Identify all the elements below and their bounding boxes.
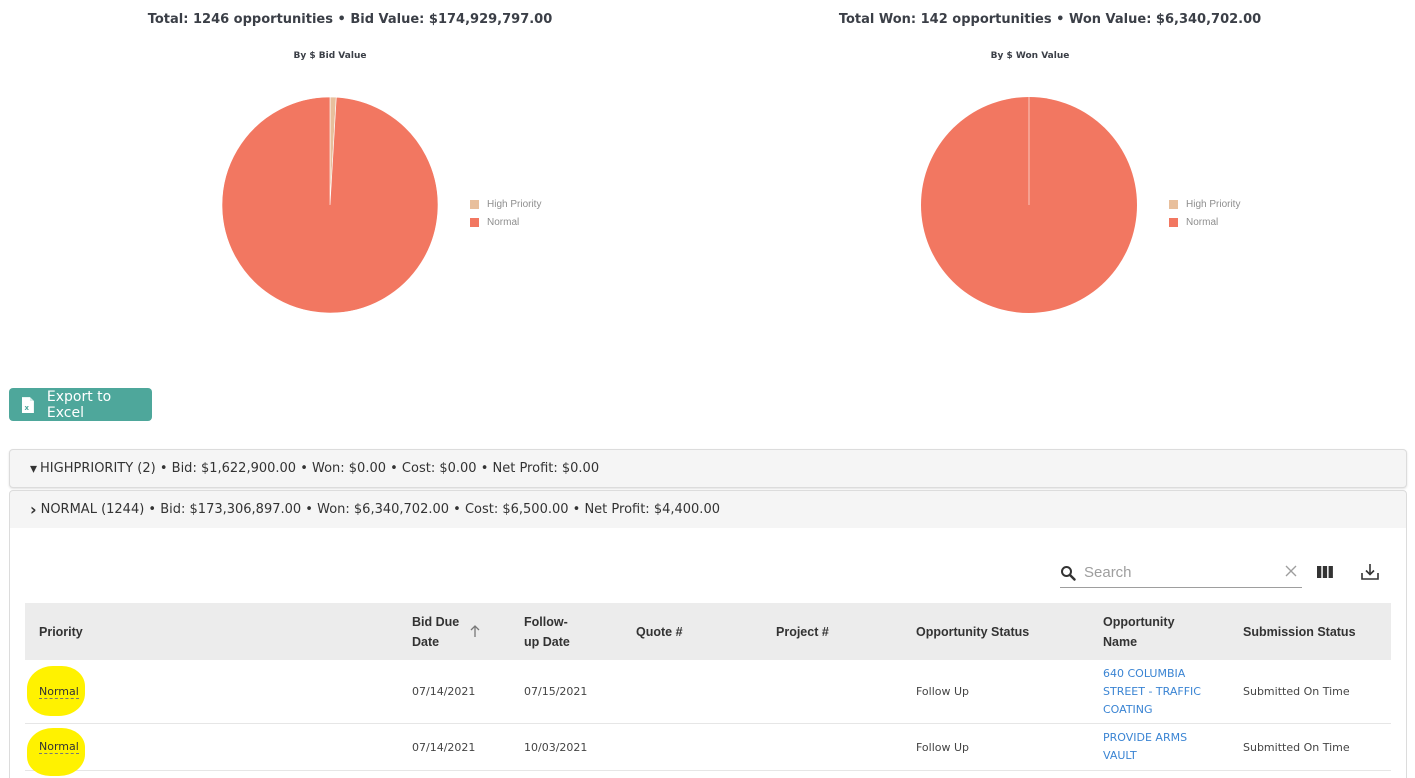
- bid-value-chart: Total: 1246 opportunities • Bid Value: $…: [0, 0, 700, 340]
- won-pie-chart: [921, 97, 1137, 313]
- cell-bid-due-date: 07/14/2021: [412, 685, 476, 698]
- column-label: Follow-up Date: [524, 614, 570, 649]
- group-summary-highpriority: HIGHPRIORITY (2) • Bid: $1,622,900.00 • …: [40, 461, 600, 476]
- pie-slice-normal[interactable]: [221, 96, 439, 314]
- legend-label: Normal: [1186, 216, 1219, 228]
- svg-text:x: x: [24, 403, 29, 411]
- legend-item-high-priority[interactable]: High Priority: [470, 195, 541, 213]
- table-row[interactable]: Normal 07/14/2021 10/03/2021 Follow Up P…: [25, 724, 1391, 776]
- column-header-opportunity-name[interactable]: Opportunity Name: [1103, 603, 1198, 660]
- legend-swatch-normal: [1169, 217, 1178, 227]
- column-header-submission-status[interactable]: Submission Status: [1243, 603, 1383, 660]
- table-row[interactable]: Normal 07/14/2021 07/15/2021 Follow Up 6…: [25, 660, 1391, 724]
- search-field: [1060, 558, 1302, 588]
- search-icon: [1061, 565, 1076, 581]
- view-columns-icon[interactable]: [1316, 565, 1334, 579]
- cell-follow-up-date: 10/03/2021: [524, 740, 588, 754]
- export-to-excel-button[interactable]: x Export to Excel: [9, 388, 152, 421]
- cell-opportunity-status: Follow Up: [916, 685, 970, 698]
- priority-value[interactable]: Normal: [39, 685, 79, 699]
- legend-item-normal[interactable]: Normal: [1169, 213, 1240, 231]
- group-header-highpriority[interactable]: ▾ HIGHPRIORITY (2) • Bid: $1,622,900.00 …: [9, 449, 1407, 488]
- won-value-chart: Total Won: 142 opportunities • Won Value…: [700, 0, 1400, 340]
- legend-label: High Priority: [487, 198, 542, 210]
- cell-submission-status: Submitted On Time: [1243, 685, 1350, 698]
- legend-item-normal[interactable]: Normal: [470, 213, 541, 231]
- legend-swatch-high-priority: [1169, 199, 1178, 209]
- opportunity-name-link[interactable]: PROVIDE ARMS VAULT: [1103, 724, 1203, 770]
- bid-pie-chart: [221, 96, 439, 314]
- export-button-label: Export to Excel: [46, 388, 112, 421]
- opportunity-name-link[interactable]: 640 COLUMBIA STREET - TRAFFIC COATING: [1103, 660, 1213, 723]
- legend-label: High Priority: [1186, 198, 1241, 210]
- column-header-priority[interactable]: Priority: [39, 603, 339, 660]
- legend-swatch-high-priority: [470, 199, 479, 209]
- excel-file-icon: x: [21, 396, 34, 413]
- bid-chart-legend: High Priority Normal: [470, 195, 541, 231]
- sort-ascending-icon[interactable]: [469, 624, 481, 638]
- column-header-bid-due-date[interactable]: Bid Due Date: [412, 603, 467, 660]
- cell-submission-status: Submitted On Time: [1243, 740, 1350, 754]
- column-label: Priority: [39, 624, 83, 639]
- legend-label: Normal: [487, 216, 520, 228]
- column-label: Submission Status: [1243, 624, 1356, 639]
- cell-priority: Normal: [39, 724, 79, 770]
- column-label: Opportunity Name: [1103, 614, 1175, 649]
- cell-bid-due-date: 07/14/2021: [412, 740, 476, 754]
- table-header-row: Priority Bid Due Date Follow-up Date Quo…: [25, 603, 1391, 660]
- legend-item-high-priority[interactable]: High Priority: [1169, 195, 1240, 213]
- group-header-normal[interactable]: › NORMAL (1244) • Bid: $173,306,897.00 •…: [9, 490, 1407, 529]
- priority-value[interactable]: Normal: [39, 740, 79, 754]
- download-icon[interactable]: [1360, 562, 1380, 582]
- column-header-opportunity-status[interactable]: Opportunity Status: [916, 603, 1076, 660]
- cell-follow-up-date: 07/15/2021: [524, 685, 588, 698]
- cell-priority: Normal: [39, 660, 79, 723]
- chevron-right-icon: ›: [30, 500, 37, 519]
- group-summary-normal: NORMAL (1244) • Bid: $173,306,897.00 • W…: [40, 502, 720, 517]
- column-label: Bid Due Date: [412, 614, 460, 649]
- column-label: Quote #: [636, 624, 683, 639]
- won-chart-legend: High Priority Normal: [1169, 195, 1240, 231]
- column-header-project-number[interactable]: Project #: [776, 603, 876, 660]
- search-input[interactable]: [1082, 563, 1262, 582]
- chevron-down-icon: ▾: [30, 460, 38, 477]
- column-label: Project #: [776, 624, 829, 639]
- legend-swatch-normal: [470, 217, 479, 227]
- column-header-follow-up-date[interactable]: Follow-up Date: [524, 603, 579, 660]
- column-label: Opportunity Status: [916, 624, 1030, 639]
- cell-opportunity-status: Follow Up: [916, 740, 970, 754]
- clear-search-icon[interactable]: [1284, 564, 1298, 578]
- column-header-quote-number[interactable]: Quote #: [636, 603, 736, 660]
- table-toolbar: [1060, 558, 1400, 590]
